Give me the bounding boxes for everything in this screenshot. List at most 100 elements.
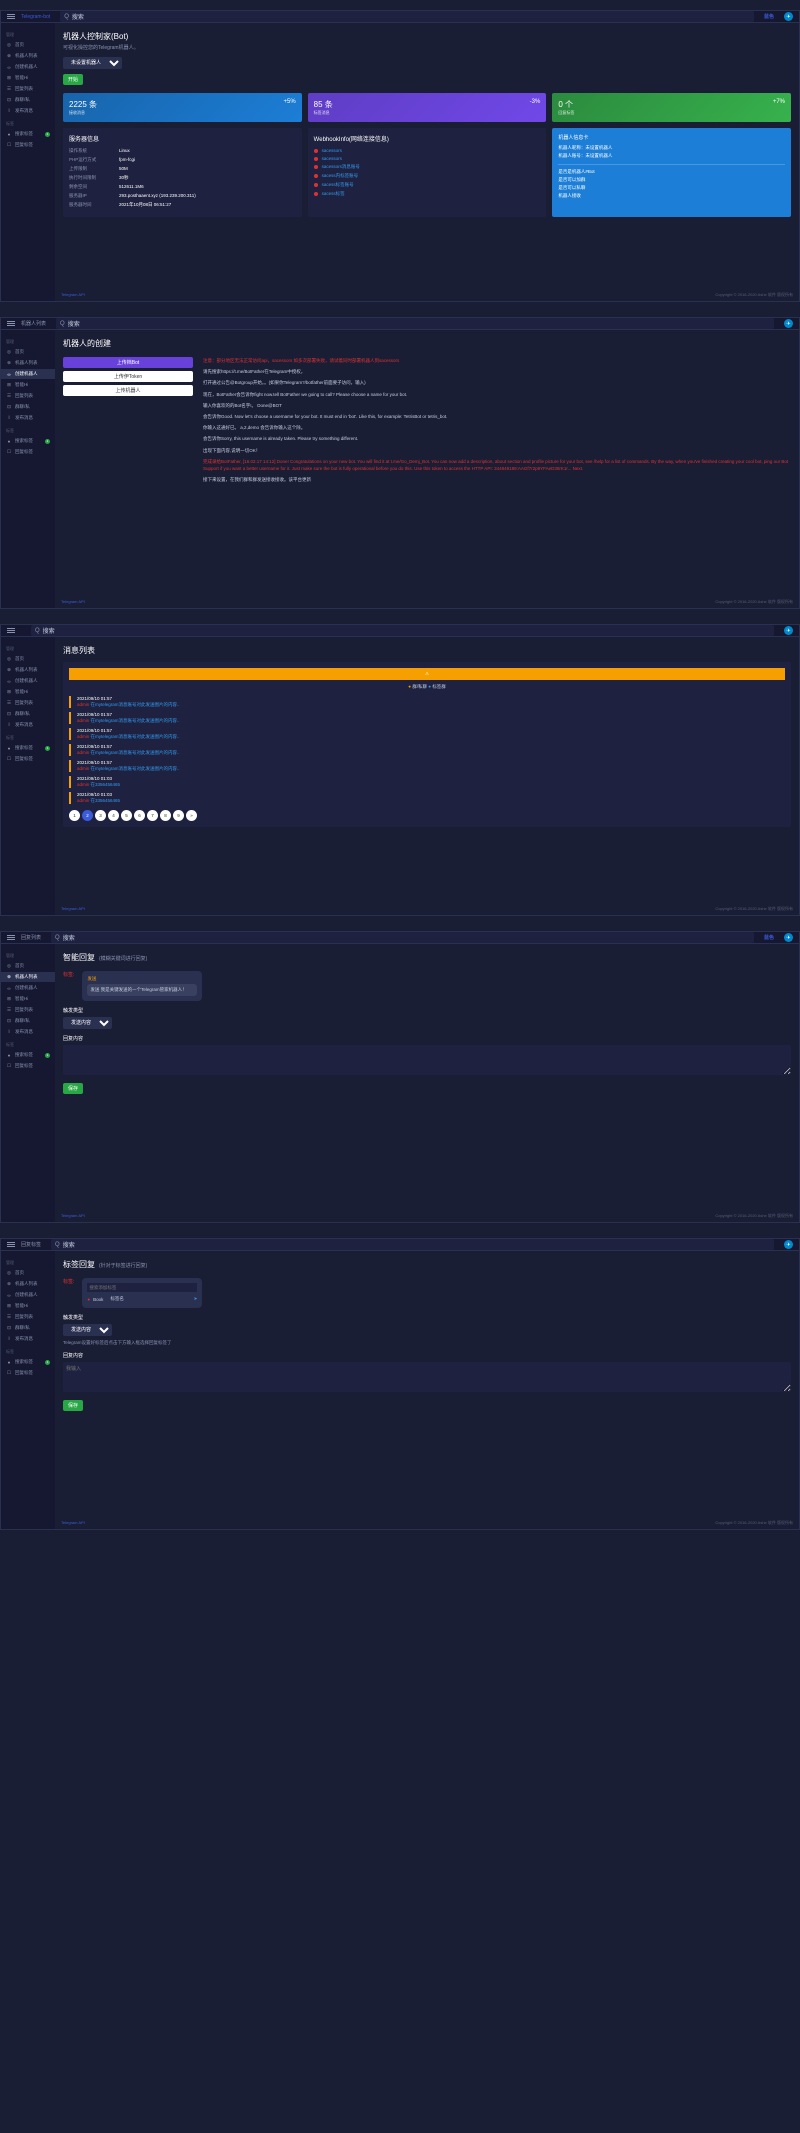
search-input[interactable]: Q搜索 [60, 11, 754, 22]
telegram-icon[interactable]: ✈ [784, 1240, 793, 1249]
sidebar-item[interactable]: Ⅰ发布消息 [1, 1334, 55, 1344]
page-button[interactable]: 4 [108, 810, 119, 821]
sidebar-item[interactable]: ☐回复标签 [1, 447, 55, 457]
page-button[interactable]: 5 [121, 810, 132, 821]
sidebar-item[interactable]: ☰回复列表 [1, 391, 55, 401]
search-input[interactable]: Q搜索 [51, 932, 754, 943]
sidebar-item[interactable]: ●搜索标签1 [1, 1357, 55, 1367]
sidebar-item[interactable]: ●搜索标签1 [1, 743, 55, 753]
menu-icon[interactable] [7, 14, 15, 19]
sidebar-item[interactable]: ☐回复标签 [1, 140, 55, 150]
sidebar-item[interactable]: ☰回复列表 [1, 84, 55, 94]
menu-icon[interactable] [7, 321, 15, 326]
sidebar-item[interactable]: ∞创建机器人 [1, 62, 55, 72]
content-textarea[interactable] [63, 1045, 791, 1075]
sidebar-item[interactable]: ⊕机器人列表 [1, 51, 55, 61]
sidebar-item[interactable]: ⊡群聊/私 [1, 402, 55, 412]
sidebar-item[interactable]: ◎首页 [1, 961, 55, 971]
sidebar-item[interactable]: ●搜索标签1 [1, 1050, 55, 1060]
sidebar-item[interactable]: Ⅰ发布消息 [1, 720, 55, 730]
search-input[interactable]: Q搜索 [51, 1239, 774, 1250]
bot-select[interactable]: 未设置机器人 [63, 57, 122, 69]
telegram-icon[interactable]: ✈ [784, 12, 793, 21]
content-textarea[interactable] [63, 1362, 791, 1392]
msg-header: ⚠ [69, 668, 785, 680]
page-button[interactable]: » [186, 810, 197, 821]
sidebar-item[interactable]: ☰回复列表 [1, 698, 55, 708]
sidebar-item[interactable]: ⊞智能Hi [1, 73, 55, 83]
menu-icon[interactable] [7, 1242, 15, 1247]
upload-token-button[interactable]: 上传伊Token [63, 371, 193, 382]
send-icon[interactable]: ➤ [194, 1296, 198, 1302]
msg-item: 2021/09/10 01:03admin 在3356456465 [69, 792, 785, 804]
sidebar-item[interactable]: ⊞智能Hi [1, 1301, 55, 1311]
upload-bot-button[interactable]: 上传档Bot [63, 357, 193, 368]
page-button[interactable]: 2 [82, 810, 93, 821]
trigger-select[interactable]: 发送内容 [63, 1017, 112, 1029]
sidebar-item[interactable]: ⊕机器人列表 [1, 665, 55, 675]
save-button[interactable]: 保存 [63, 1400, 83, 1411]
sidebar-item[interactable]: ◎首页 [1, 1268, 55, 1278]
sidebar-item[interactable]: ☰回复列表 [1, 1005, 55, 1015]
sidebar-item[interactable]: ⊡群聊/私 [1, 1016, 55, 1026]
sidebar-item[interactable]: ⊕机器人列表 [1, 358, 55, 368]
sidebar-item[interactable]: ☰回复列表 [1, 1312, 55, 1322]
sidebar-item[interactable]: ⊕机器人列表 [1, 1279, 55, 1289]
menu-icon[interactable] [7, 935, 15, 940]
breadcrumb: 机器人列表 [21, 320, 46, 327]
sidebar-item[interactable]: ⊞智能Hi [1, 994, 55, 1004]
tag-search-input[interactable] [87, 1283, 197, 1292]
page-button[interactable]: 7 [147, 810, 158, 821]
breadcrumb: 回复列表 [21, 934, 41, 941]
page-title: 机器人控制家(Bot) [63, 31, 791, 42]
start-button[interactable]: 开始 [63, 74, 83, 85]
page-button[interactable]: 9 [173, 810, 184, 821]
sidebar-item[interactable]: ◎首页 [1, 40, 55, 50]
upload-robot-button[interactable]: 上传机器人 [63, 385, 193, 396]
sidebar-item[interactable]: ⊞智能Hi [1, 687, 55, 697]
sidebar-item[interactable]: ◎首页 [1, 654, 55, 664]
msg-item: 2021/09/10 01:03admin 在3356456465 [69, 776, 785, 788]
msg-item: 2021/09/10 01:57admin 在mytelegram消息账号对此发… [69, 712, 785, 724]
stat-card: 85 条标签消息-3% [308, 93, 547, 122]
search-icon: Q [35, 628, 40, 634]
sidebar-item[interactable]: ⊡群聊/私 [1, 95, 55, 105]
sidebar-item[interactable]: ☐回复标签 [1, 754, 55, 764]
page-button[interactable]: 8 [160, 810, 171, 821]
sidebar-item[interactable]: ⊡群聊/私 [1, 709, 55, 719]
search-icon: Q [55, 935, 60, 941]
page-button[interactable]: 1 [69, 810, 80, 821]
sidebar-item[interactable]: ◎首页 [1, 347, 55, 357]
sidebar-item[interactable]: ∞创建机器人 [1, 676, 55, 686]
search-input[interactable]: Q搜索 [56, 318, 774, 329]
sidebar-item[interactable]: ●搜索标签1 [1, 129, 55, 139]
sidebar-item[interactable]: ⊕机器人列表 [1, 972, 55, 982]
telegram-icon[interactable]: ✈ [784, 626, 793, 635]
sidebar-item[interactable]: ∞创建机器人 [1, 1290, 55, 1300]
sidebar: 管理 ◎首页⊕机器人列表∞创建机器人⊞智能Hi☰回复列表⊡群聊/私Ⅰ发布消息 标… [1, 23, 55, 301]
sidebar-item[interactable]: ☐回复标签 [1, 1061, 55, 1071]
sidebar-item[interactable]: ●搜索标签1 [1, 436, 55, 446]
trigger-select[interactable]: 发送内容 [63, 1324, 112, 1336]
sidebar-item[interactable]: ☐回复标签 [1, 1368, 55, 1378]
sidebar-item[interactable]: Ⅰ发布消息 [1, 413, 55, 423]
search-icon: Q [60, 321, 65, 327]
sidebar-item[interactable]: Ⅰ发布消息 [1, 1027, 55, 1037]
sidebar-item[interactable]: ⊞智能Hi [1, 380, 55, 390]
stat-card: 2225 条接收消息+5% [63, 93, 302, 122]
save-button[interactable]: 保存 [63, 1083, 83, 1094]
sidebar-item[interactable]: ⊡群聊/私 [1, 1323, 55, 1333]
page-button[interactable]: 3 [95, 810, 106, 821]
blue-label: 蓝色 [764, 13, 774, 20]
menu-icon[interactable] [7, 628, 15, 633]
telegram-icon[interactable]: ✈ [784, 933, 793, 942]
sidebar-item[interactable]: ∞创建机器人 [1, 983, 55, 993]
page-button[interactable]: 6 [134, 810, 145, 821]
telegram-icon[interactable]: ✈ [784, 319, 793, 328]
search-input[interactable]: Q搜索 [31, 625, 774, 636]
stat-card: 0 个回复标签+7% [552, 93, 791, 122]
msg-item: 2021/09/10 01:57admin 在mytelegram消息账号对此发… [69, 744, 785, 756]
sidebar-item[interactable]: ∞创建机器人 [1, 369, 55, 379]
search-icon: Q [64, 14, 69, 20]
sidebar-item[interactable]: Ⅰ发布消息 [1, 106, 55, 116]
